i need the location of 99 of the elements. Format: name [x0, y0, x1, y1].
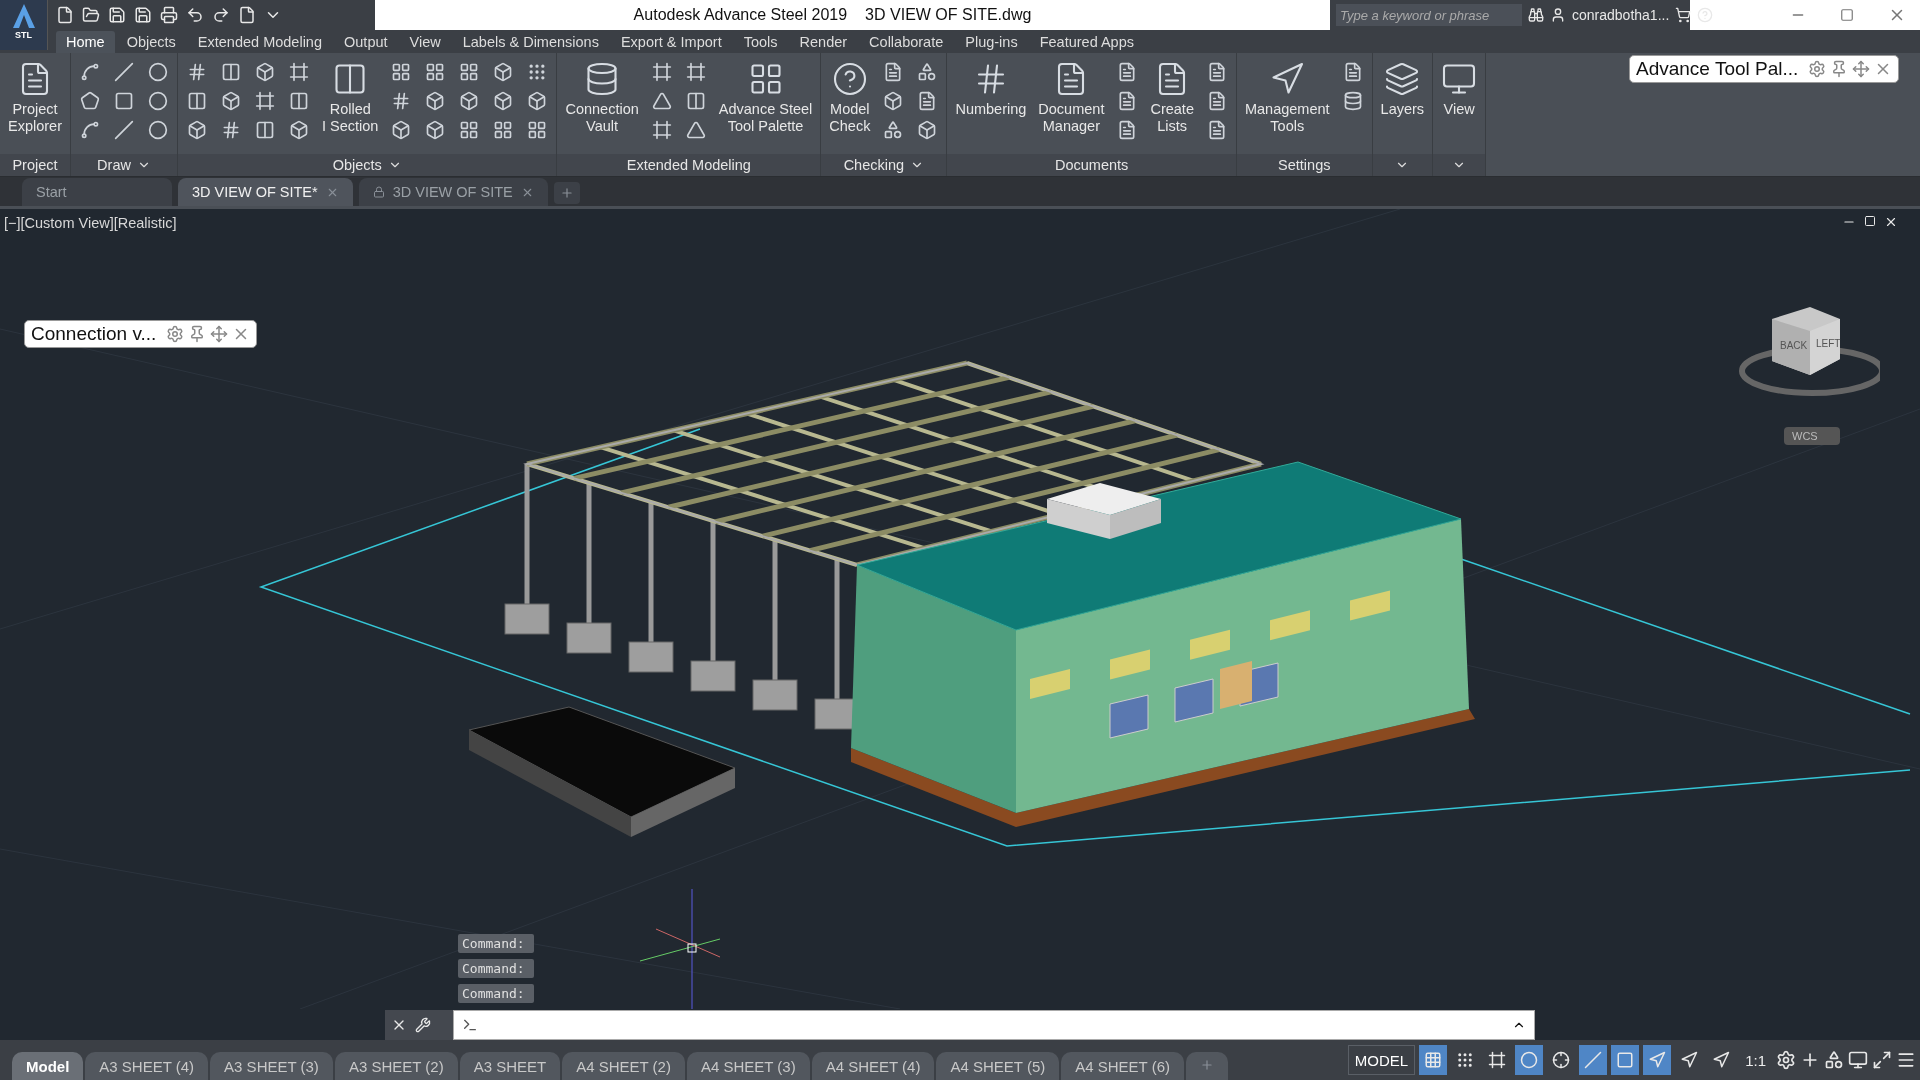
layout-tab[interactable]: A4 SHEET (6) [1061, 1052, 1184, 1080]
scale-button[interactable]: 1:1 [1739, 1050, 1772, 1070]
lock-icon [372, 186, 385, 198]
ribbon-button[interactable]: Create Lists [1148, 57, 1196, 154]
user-name[interactable]: conradbotha1... [1572, 7, 1670, 23]
ribbon-button[interactable]: Rolled I Section [320, 57, 381, 154]
ribbon-button[interactable]: Management Tools [1242, 57, 1332, 154]
move-icon[interactable] [210, 325, 229, 343]
terminal-icon[interactable] [462, 1017, 478, 1033]
user-icon[interactable] [1550, 7, 1566, 23]
command-input[interactable] [453, 1010, 1535, 1040]
document-tab[interactable]: 3D VIEW OF SITE [358, 178, 548, 206]
close-icon[interactable] [1884, 215, 1898, 229]
cube-face-label: LEFT [1816, 338, 1841, 349]
model-space-button[interactable]: MODEL [1347, 1045, 1416, 1075]
ribbon-tab[interactable]: Labels & Dimensions [452, 31, 609, 53]
panel-title: Extended Modeling [626, 157, 751, 173]
undo-icon[interactable] [186, 6, 204, 24]
view-cube-drawing[interactable] [1739, 307, 1880, 396]
ribbon-tab[interactable]: View [399, 31, 451, 53]
file-title: 3D VIEW OF SITE.dwg [865, 6, 1032, 24]
restore-icon[interactable] [1864, 215, 1876, 229]
layout-tab[interactable]: A3 SHEET (2) [334, 1052, 458, 1080]
ribbon-button[interactable]: Advance Steel Tool Palette [716, 57, 815, 154]
ribbon-tab[interactable]: Render [789, 31, 858, 53]
ribbon-tab[interactable]: Featured Apps [1029, 31, 1144, 53]
ribbon-button[interactable]: Numbering [953, 57, 1029, 154]
maximize-icon[interactable] [1840, 8, 1854, 22]
rectangle-icon[interactable] [1611, 1045, 1640, 1075]
cube-face-label: BACK [1780, 340, 1808, 351]
ucs-label: WCS [1792, 430, 1818, 442]
folder-icon[interactable] [82, 6, 100, 24]
new-file-icon[interactable] [56, 6, 74, 24]
grid-icon[interactable] [1419, 1045, 1448, 1075]
menu-icon[interactable] [1896, 1050, 1916, 1070]
panel-title: Checking [843, 157, 905, 173]
ribbon-button[interactable]: Layers [1378, 57, 1427, 154]
layout-tab[interactable]: Model [12, 1052, 84, 1080]
layout-tab[interactable]: A4 SHEET (4) [811, 1052, 935, 1080]
viewport-label[interactable]: [−][Custom View][Realistic] [4, 215, 177, 231]
cart-icon[interactable] [1675, 7, 1692, 23]
tab-title: 3D VIEW OF SITE [392, 184, 513, 200]
ribbon-tab[interactable]: Objects [116, 31, 186, 53]
panel-title-bar[interactable]: Checking [821, 154, 947, 176]
ribbon-button[interactable]: Project Explorer [6, 57, 64, 154]
redo-icon[interactable] [212, 6, 230, 24]
ribbon-tab[interactable]: Tools [733, 31, 788, 53]
new-tab-button[interactable] [553, 182, 580, 204]
print-icon[interactable] [160, 6, 178, 24]
layout-tab[interactable]: A3 SHEET [459, 1052, 561, 1080]
layout-tab[interactable]: A4 SHEET (3) [686, 1052, 810, 1080]
angle-icon[interactable] [1579, 1045, 1608, 1075]
ribbon-button[interactable]: Document Manager [1036, 57, 1107, 154]
palette-title-bar[interactable]: Advance Tool Pal... [1629, 55, 1900, 83]
ribbon-button[interactable]: Model Check [827, 57, 873, 154]
ribbon-button[interactable]: View [1439, 57, 1480, 154]
app-menu-button[interactable]: STL [0, 0, 48, 50]
ribbon-button[interactable]: Connection Vault [563, 57, 641, 154]
ribbon-tab[interactable]: Plug-ins [955, 31, 1028, 53]
ribbon-tab[interactable]: Export & Import [610, 31, 732, 53]
ribbon-tab[interactable]: Home [56, 31, 115, 53]
palette-title-bar[interactable]: Connection v... [24, 320, 258, 348]
plus-icon [1200, 1057, 1214, 1072]
palette-title: Connection v... [31, 323, 157, 345]
panel-title-bar[interactable]: Objects [178, 154, 557, 176]
document-tab[interactable]: Start [22, 178, 172, 206]
ucs-menu-button[interactable] [1784, 427, 1840, 445]
monitor-icon[interactable] [1848, 1050, 1868, 1070]
panel-title: Objects [332, 157, 382, 173]
ucs-icon [639, 888, 721, 1009]
palette-title: Advance Tool Pal... [1636, 58, 1799, 80]
app-title: Autodesk Advance Steel 2019 [633, 6, 848, 24]
panel-title: Settings [1278, 157, 1331, 173]
layout-tab[interactable]: A4 SHEET (5) [936, 1052, 1060, 1080]
layout-tab[interactable]: A3 SHEET (3) [210, 1052, 333, 1080]
save-as-icon[interactable] [134, 6, 152, 24]
settings-icon[interactable] [1776, 1050, 1796, 1070]
polar-icon[interactable] [1515, 1045, 1544, 1075]
search-field[interactable]: Type a keyword or phrase [1336, 4, 1522, 26]
plus-icon [559, 186, 574, 200]
binoculars-icon[interactable] [1528, 7, 1544, 23]
ribbon-tab[interactable]: Collaborate [859, 31, 954, 53]
tab-title: Start [36, 184, 67, 200]
fullscreen-icon[interactable] [1872, 1050, 1892, 1070]
panel-title-bar[interactable]: Draw [71, 154, 177, 176]
wrench-icon[interactable] [415, 1017, 431, 1033]
shapes-icon[interactable] [1824, 1050, 1844, 1070]
layout-tab[interactable]: A3 SHEET (4) [85, 1052, 209, 1080]
tab-title: 3D VIEW OF SITE* [192, 184, 318, 200]
panel-title: Draw [97, 157, 131, 173]
file-icon[interactable] [238, 6, 256, 24]
document-tab[interactable]: 3D VIEW OF SITE* [178, 178, 353, 206]
ribbon-tab[interactable]: Output [334, 31, 398, 53]
panel-title: Project [12, 157, 58, 173]
move-icon[interactable] [1852, 60, 1871, 78]
layout-tab[interactable]: A4 SHEET (2) [562, 1052, 685, 1080]
panel-title: Documents [1055, 157, 1129, 173]
ribbon-tab[interactable]: Extended Modeling [187, 31, 332, 53]
save-icon[interactable] [108, 6, 126, 24]
